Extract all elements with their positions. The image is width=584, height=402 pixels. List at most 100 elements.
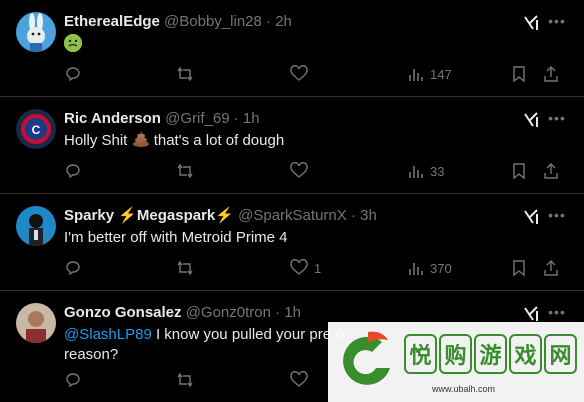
views-button[interactable]: 33 xyxy=(406,161,444,181)
site-watermark: 悦 购 游 戏 网 www.ubalh.com xyxy=(328,322,584,402)
tweet-header: EtherealEdge @Bobby_lin28 · 2h xyxy=(64,12,514,32)
separator: · xyxy=(350,207,356,224)
view-count: 147 xyxy=(430,66,452,82)
like-button[interactable] xyxy=(290,64,314,84)
avatar[interactable] xyxy=(16,12,56,52)
share-button[interactable] xyxy=(542,64,560,84)
avatar[interactable]: C xyxy=(16,109,56,149)
lightning-emoji-icon: ⚡ xyxy=(118,207,137,224)
heart-icon xyxy=(290,371,308,387)
reply-button[interactable] xyxy=(64,161,82,181)
bookmark-button[interactable] xyxy=(510,161,528,181)
display-name[interactable]: Gonzo Gonsalez xyxy=(64,304,182,321)
views-button[interactable]: 147 xyxy=(406,64,452,84)
bookmark-icon xyxy=(513,66,525,83)
svg-text:C: C xyxy=(32,123,41,137)
timestamp[interactable]: 3h xyxy=(360,207,377,224)
tweet-header: Ric Anderson @Grif_69 · 1h xyxy=(64,109,514,129)
timestamp[interactable]: 1h xyxy=(243,110,260,127)
tweet-actions: 147 xyxy=(56,64,568,84)
watermark-char: 戏 xyxy=(509,334,542,374)
more-options-icon[interactable]: ••• xyxy=(548,109,566,127)
tweet-3[interactable]: Sparky ⚡Megaspark⚡ @SparkSaturnX · 3h I'… xyxy=(0,194,584,291)
nauseated-face-emoji-icon xyxy=(64,34,82,52)
watermark-text: 悦 购 游 戏 网 xyxy=(404,334,580,376)
view-count: 370 xyxy=(430,260,452,276)
user-handle[interactable]: @Bobby_lin28 xyxy=(164,13,262,30)
separator: · xyxy=(266,13,272,30)
tweet-actions: 1 370 xyxy=(56,258,568,278)
lightning-emoji-icon: ⚡ xyxy=(215,207,234,224)
grok-icon[interactable] xyxy=(522,14,540,32)
display-name[interactable]: Ric Anderson xyxy=(64,110,161,127)
share-button[interactable] xyxy=(542,258,560,278)
repost-button[interactable] xyxy=(176,370,194,390)
repost-icon xyxy=(177,163,193,179)
views-bar-chart-icon xyxy=(409,166,423,178)
poop-emoji-icon xyxy=(132,131,150,147)
separator: · xyxy=(275,304,281,321)
tweet-2[interactable]: C Ric Anderson @Grif_69 · 1h Holly Shit … xyxy=(0,97,584,194)
watermark-char: 购 xyxy=(439,334,472,374)
repost-button[interactable] xyxy=(176,64,194,84)
grok-icon[interactable] xyxy=(522,208,540,226)
repost-button[interactable] xyxy=(176,161,194,181)
view-count: 33 xyxy=(430,163,445,179)
tweet-text-part: Holly Shit xyxy=(64,132,128,149)
reply-button[interactable] xyxy=(64,258,82,278)
share-icon xyxy=(544,66,558,82)
tweet-text-part: that's a lot of dough xyxy=(153,132,285,149)
display-name[interactable]: EtherealEdge xyxy=(64,13,160,30)
views-bar-chart-icon xyxy=(409,263,423,275)
share-button[interactable] xyxy=(542,161,560,181)
separator: · xyxy=(233,110,239,127)
grok-icon[interactable] xyxy=(522,111,540,129)
more-options-icon[interactable]: ••• xyxy=(548,206,566,224)
like-button[interactable] xyxy=(290,161,314,181)
character-avatar-icon xyxy=(16,206,56,246)
bookmark-button[interactable] xyxy=(510,258,528,278)
watermark-logo-icon xyxy=(343,331,390,385)
like-button[interactable]: 1 xyxy=(290,258,321,278)
user-handle[interactable]: @Grif_69 xyxy=(165,110,229,127)
reply-button[interactable] xyxy=(64,64,82,84)
reply-icon xyxy=(66,164,80,179)
timestamp[interactable]: 2h xyxy=(275,13,292,30)
share-icon xyxy=(544,260,558,276)
bookmark-button[interactable] xyxy=(510,64,528,84)
avatar[interactable] xyxy=(16,303,56,343)
display-name-part: Megaspark xyxy=(136,207,216,224)
like-count: 1 xyxy=(314,260,322,276)
tweet-text-part: reason? xyxy=(64,346,119,363)
bookmark-icon xyxy=(513,260,525,277)
watermark-char: 游 xyxy=(474,334,507,374)
display-name-part: Sparky xyxy=(64,207,115,224)
heart-icon xyxy=(290,259,308,275)
reply-button[interactable] xyxy=(64,370,82,390)
reply-icon xyxy=(66,261,80,276)
tweet-1[interactable]: EtherealEdge @Bobby_lin28 · 2h ••• 147 xyxy=(0,0,584,97)
tweet-actions: 33 xyxy=(56,161,568,181)
views-button[interactable]: 370 xyxy=(406,258,452,278)
display-name[interactable]: Sparky ⚡Megaspark⚡ xyxy=(64,207,234,224)
more-options-icon[interactable]: ••• xyxy=(548,12,566,30)
tweet-header: Sparky ⚡Megaspark⚡ @SparkSaturnX · 3h xyxy=(64,206,514,226)
watermark-char: 网 xyxy=(544,334,577,374)
repost-button[interactable] xyxy=(176,258,194,278)
user-handle[interactable]: @Gonz0tron xyxy=(186,304,271,321)
grok-icon[interactable] xyxy=(522,305,540,323)
like-button[interactable] xyxy=(290,370,314,390)
more-options-icon[interactable]: ••• xyxy=(548,303,566,321)
watermark-char: 悦 xyxy=(404,334,437,374)
cubs-logo-avatar-icon: C xyxy=(16,109,56,149)
repost-icon xyxy=(177,260,193,276)
heart-icon xyxy=(290,65,308,81)
mention-link[interactable]: @SlashLP89 xyxy=(64,326,152,343)
bookmark-icon xyxy=(513,163,525,180)
reply-icon xyxy=(66,67,80,82)
timestamp[interactable]: 1h xyxy=(284,304,301,321)
tweet-text xyxy=(64,34,514,55)
repost-icon xyxy=(177,66,193,82)
avatar[interactable] xyxy=(16,206,56,246)
user-handle[interactable]: @SparkSaturnX xyxy=(238,207,347,224)
